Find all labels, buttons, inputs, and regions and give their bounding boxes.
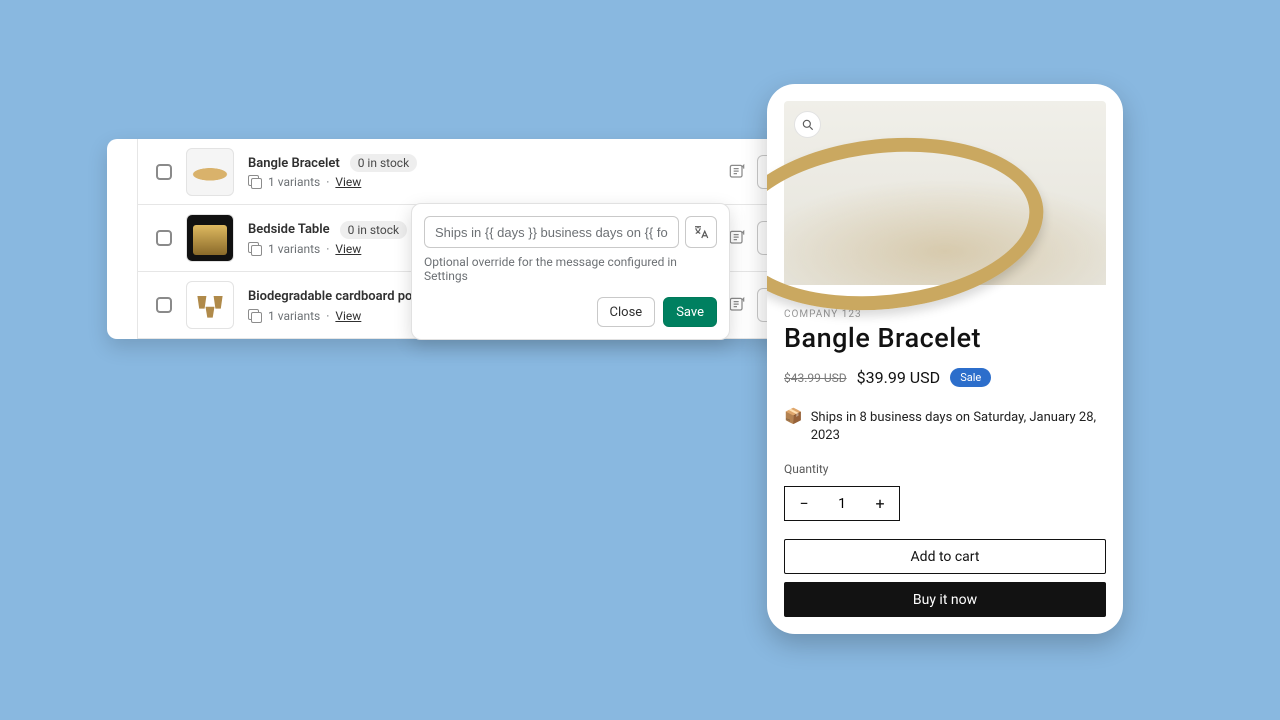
row-checkbox[interactable] <box>156 297 172 313</box>
shipping-message: 📦 Ships in 8 business days on Saturday, … <box>784 409 1106 444</box>
quantity-value: 1 <box>823 487 861 520</box>
product-title: Bangle Bracelet <box>248 156 340 171</box>
buy-now-button[interactable]: Buy it now <box>784 582 1106 617</box>
variants-icon <box>248 309 262 323</box>
product-title: Bedside Table <box>248 222 330 237</box>
quantity-minus-button[interactable]: − <box>785 487 823 520</box>
package-icon: 📦 <box>784 409 803 424</box>
shipping-text: Ships in 8 business days on Saturday, Ja… <box>811 409 1106 444</box>
price: $39.99 USD <box>857 368 941 387</box>
product-title: Bangle Bracelet <box>784 322 1106 354</box>
row-main: Bangle Bracelet 0 in stock 1 variants · … <box>248 154 713 189</box>
quantity-control: − 1 + <box>784 486 900 521</box>
separator: · <box>326 242 329 256</box>
view-link[interactable]: View <box>335 175 361 189</box>
separator: · <box>326 175 329 189</box>
quantity-label: Quantity <box>784 462 1106 476</box>
stock-badge: 0 in stock <box>340 221 407 239</box>
product-preview-card: COMPANY 123 Bangle Bracelet $43.99 USD $… <box>767 84 1123 634</box>
row-checkbox[interactable] <box>156 164 172 180</box>
sale-badge: Sale <box>950 368 991 387</box>
variants-icon <box>248 242 262 256</box>
popup-buttons: Close Save <box>424 297 717 327</box>
vendor-label: COMPANY 123 <box>784 309 1106 320</box>
product-inner: COMPANY 123 Bangle Bracelet $43.99 USD $… <box>784 101 1106 617</box>
product-title: Biodegradable cardboard pots <box>248 289 423 304</box>
save-button[interactable]: Save <box>663 297 717 327</box>
compare-price: $43.99 USD <box>784 371 847 385</box>
view-link[interactable]: View <box>335 242 361 256</box>
bracelet-graphic <box>767 123 1052 326</box>
translate-button[interactable] <box>685 216 717 248</box>
popup-help-text: Optional override for the message config… <box>424 255 717 283</box>
message-override-popup: Optional override for the message config… <box>411 203 730 340</box>
product-thumbnail <box>186 148 234 196</box>
variants-count: 1 variants <box>268 175 320 189</box>
variants-icon <box>248 175 262 189</box>
row-checkbox[interactable] <box>156 230 172 246</box>
variants-count: 1 variants <box>268 242 320 256</box>
product-thumbnail <box>186 214 234 262</box>
popup-input-row <box>424 216 717 248</box>
product-thumbnail <box>186 281 234 329</box>
note-icon[interactable] <box>727 295 747 315</box>
note-icon[interactable] <box>727 228 747 248</box>
note-icon[interactable] <box>727 162 747 182</box>
zoom-button[interactable] <box>794 111 821 138</box>
price-row: $43.99 USD $39.99 USD Sale <box>784 368 1106 387</box>
close-button[interactable]: Close <box>597 297 656 327</box>
override-message-input[interactable] <box>424 216 679 248</box>
separator: · <box>326 309 329 323</box>
view-link[interactable]: View <box>335 309 361 323</box>
add-to-cart-button[interactable]: Add to cart <box>784 539 1106 574</box>
variants-count: 1 variants <box>268 309 320 323</box>
quantity-plus-button[interactable]: + <box>861 487 899 520</box>
translate-icon <box>692 223 710 241</box>
magnifier-icon <box>801 118 815 132</box>
product-image <box>784 101 1106 285</box>
stock-badge: 0 in stock <box>350 154 417 172</box>
